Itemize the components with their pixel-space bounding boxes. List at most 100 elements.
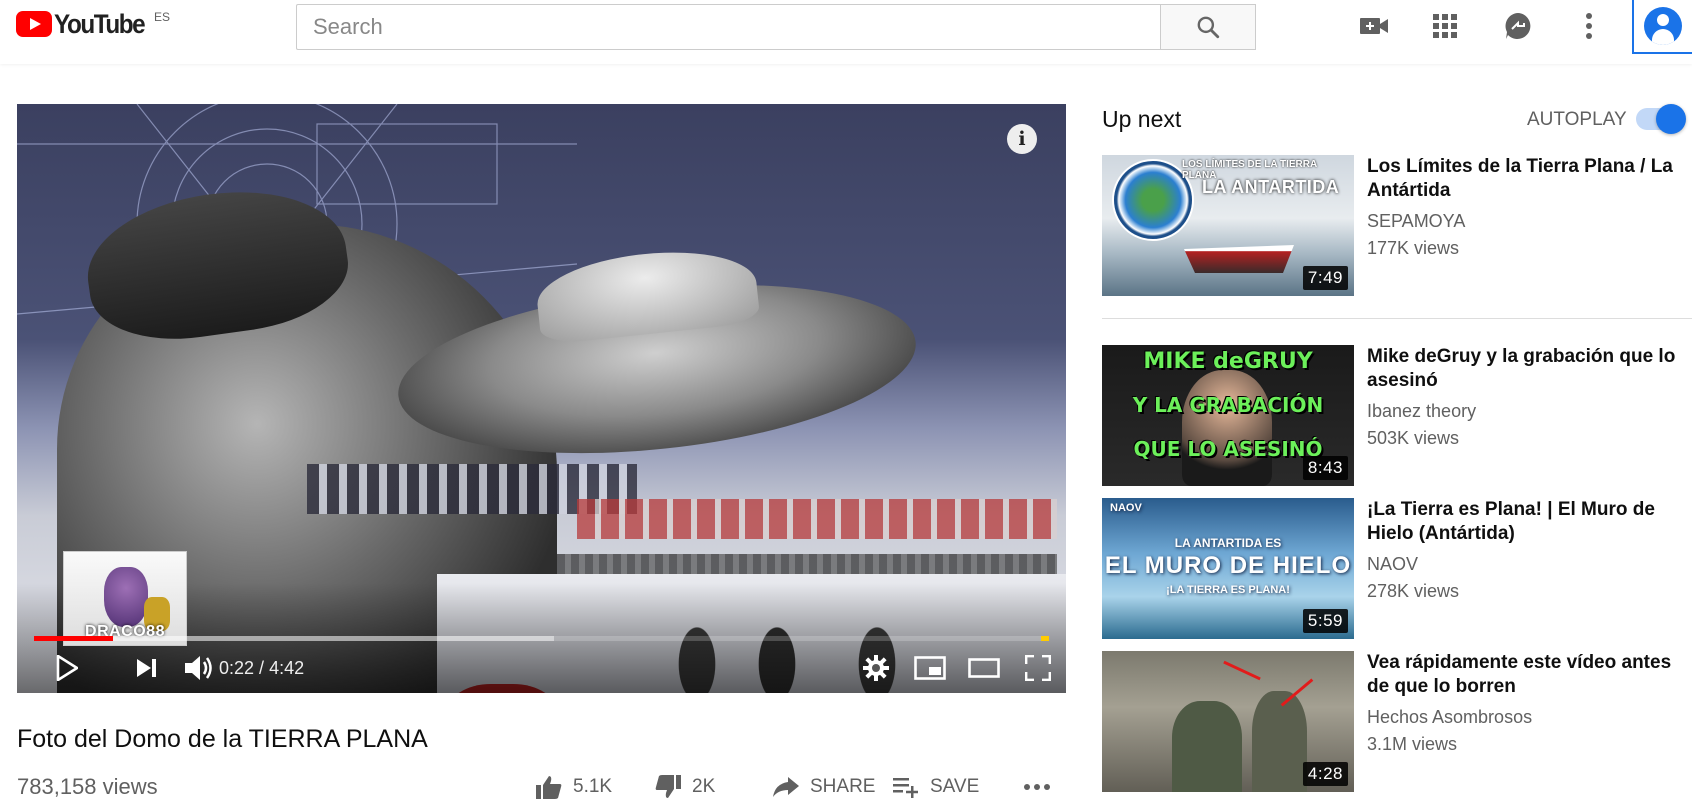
time-total: 4:42 — [269, 658, 305, 678]
youtube-play-icon — [16, 11, 52, 37]
autoplay-toggle[interactable] — [1636, 104, 1686, 134]
playlist-add-icon — [893, 778, 918, 798]
play-icon — [56, 655, 78, 681]
next-button[interactable] — [129, 650, 165, 686]
like-button[interactable]: 5.1K — [535, 772, 612, 802]
more-vert-icon — [1586, 13, 1592, 39]
video-thumbnail[interactable]: 4:28 — [1102, 651, 1354, 792]
country-code: ES — [154, 10, 171, 24]
autoplay-label: AUTOPLAY — [1527, 109, 1627, 130]
video-thumbnail[interactable]: NAOV LA ANTARTIDA ES EL MURO DE HIELO ¡L… — [1102, 498, 1354, 639]
red-arrow — [1223, 660, 1261, 681]
duration-badge: 8:43 — [1302, 456, 1348, 480]
video-title-link[interactable]: Los Límites de la Tierra Plana / La Antá… — [1367, 155, 1687, 203]
view-count: 177K views — [1367, 238, 1460, 258]
dislike-button[interactable]: 2K — [654, 772, 715, 802]
banner-row — [577, 499, 1057, 539]
account-icon — [1644, 7, 1682, 45]
up-next-heading: Up next — [1102, 106, 1182, 132]
fullscreen-icon — [1025, 655, 1051, 681]
video-title-link[interactable]: Vea rápidamente este vídeo antes de que … — [1367, 651, 1687, 699]
video-meta-row: 783,158 views 5.1K 2K SHARE SAVE — [17, 772, 1066, 802]
share-arrow-icon — [773, 777, 799, 797]
thumbnail-caption: ¡LA TIERRA ES PLANA! — [1166, 584, 1290, 596]
view-count: 503K views — [1367, 428, 1460, 448]
duration-badge: 4:28 — [1302, 762, 1348, 786]
view-count: 783,158 views — [17, 774, 158, 799]
thumbs-up-icon — [536, 776, 562, 799]
video-camera-icon — [1360, 18, 1388, 34]
channel-name: Hechos Asombrosos — [1367, 707, 1533, 727]
soldier-figure — [1252, 691, 1307, 792]
view-count: 278K views — [1367, 581, 1460, 601]
theater-mode-button[interactable] — [966, 650, 1002, 686]
messages-button[interactable] — [1500, 8, 1536, 44]
played-bar — [34, 636, 114, 641]
channel-logo-text: NAOV — [1110, 502, 1142, 514]
share-label: SHARE — [810, 776, 876, 797]
youtube-logo[interactable]: YouTube ES — [16, 8, 170, 39]
video-title: Foto del Domo de la TIERRA PLANA — [17, 725, 428, 753]
video-title-link[interactable]: Mike deGruy y la grabación que lo asesin… — [1367, 345, 1687, 393]
settings-button[interactable] — [858, 650, 894, 686]
account-button[interactable] — [1632, 0, 1692, 54]
duration-badge: 7:49 — [1302, 266, 1348, 290]
mute-button[interactable] — [181, 650, 217, 686]
theater-icon — [968, 658, 1000, 678]
video-thumbnail[interactable]: LOS LÍMITES DE LA TIERRA PLANA LA ANTART… — [1102, 155, 1354, 296]
time-display: 0:22 / 4:42 — [219, 658, 304, 679]
gear-icon — [863, 655, 889, 681]
dislike-count: 2K — [692, 776, 716, 797]
search-icon — [1197, 16, 1220, 39]
recommended-video[interactable]: NAOV LA ANTARTIDA ES EL MURO DE HIELO ¡L… — [1102, 498, 1692, 639]
search-input[interactable] — [296, 4, 1160, 50]
player-controls: 0:22 / 4:42 — [17, 646, 1066, 686]
volume-icon — [185, 656, 212, 680]
search-bar — [296, 4, 1256, 50]
thumbnail-caption: EL MURO DE HIELO — [1104, 552, 1352, 579]
like-count: 5.1K — [573, 776, 613, 797]
watermark-face — [104, 567, 148, 627]
apps-button[interactable] — [1427, 8, 1463, 44]
masthead: YouTube ES — [0, 0, 1692, 64]
thumbnail-caption: Y LA GRABACIÓN — [1132, 393, 1324, 417]
play-button[interactable] — [49, 650, 85, 686]
apps-grid-icon — [1433, 14, 1457, 38]
soldier-figure — [1172, 701, 1242, 792]
thumbs-down-icon — [655, 775, 681, 798]
toggle-knob — [1656, 104, 1686, 134]
save-label: SAVE — [930, 776, 980, 797]
info-icon: i — [1018, 128, 1026, 150]
time-separator: / — [254, 658, 270, 678]
recommended-video[interactable]: 4:28 Vea rápidamente este vídeo antes de… — [1102, 651, 1692, 792]
thumbnail-caption: LA ANTARTIDA ES — [1174, 536, 1282, 550]
logo-wordmark: YouTube — [54, 8, 146, 39]
channel-name: SEPAMOYA — [1367, 211, 1466, 231]
more-actions-button[interactable] — [1023, 772, 1061, 802]
channel-name: Ibanez theory — [1367, 401, 1477, 421]
up-next-video[interactable]: LOS LÍMITES DE LA TIERRA PLANA LA ANTART… — [1102, 155, 1692, 296]
thumbnail-caption: LA ANTARTIDA — [1202, 177, 1340, 197]
duration-badge: 5:59 — [1302, 609, 1348, 633]
video-thumbnail[interactable]: MIKE deGRUY Y LA GRABACIÓN QUE LO ASESIN… — [1102, 345, 1354, 486]
create-video-button[interactable] — [1356, 8, 1392, 44]
video-player[interactable]: i DRACO88 0:22 / 4:42 — [17, 104, 1066, 693]
more-horiz-icon — [1024, 784, 1050, 790]
recommended-video[interactable]: MIKE deGRUY Y LA GRABACIÓN QUE LO ASESIN… — [1102, 345, 1692, 486]
video-title-link[interactable]: ¡La Tierra es Plana! | El Muro de Hielo … — [1367, 498, 1687, 546]
miniplayer-icon — [914, 656, 946, 680]
progress-bar[interactable] — [34, 636, 1049, 641]
skip-next-icon — [137, 659, 156, 677]
fullscreen-button[interactable] — [1020, 650, 1056, 686]
ship-graphic — [1184, 245, 1294, 273]
settings-menu-button[interactable] — [1571, 8, 1607, 44]
share-button[interactable]: SHARE — [772, 772, 875, 802]
save-button[interactable]: SAVE — [892, 772, 979, 802]
thumbnail-caption: MIKE deGRUY — [1143, 349, 1313, 374]
channel-watermark[interactable]: DRACO88 — [63, 551, 187, 646]
info-card-button[interactable]: i — [1007, 124, 1037, 154]
miniplayer-button[interactable] — [912, 650, 948, 686]
divider — [1102, 318, 1692, 319]
search-button[interactable] — [1160, 4, 1256, 50]
end-marker — [1041, 636, 1049, 641]
